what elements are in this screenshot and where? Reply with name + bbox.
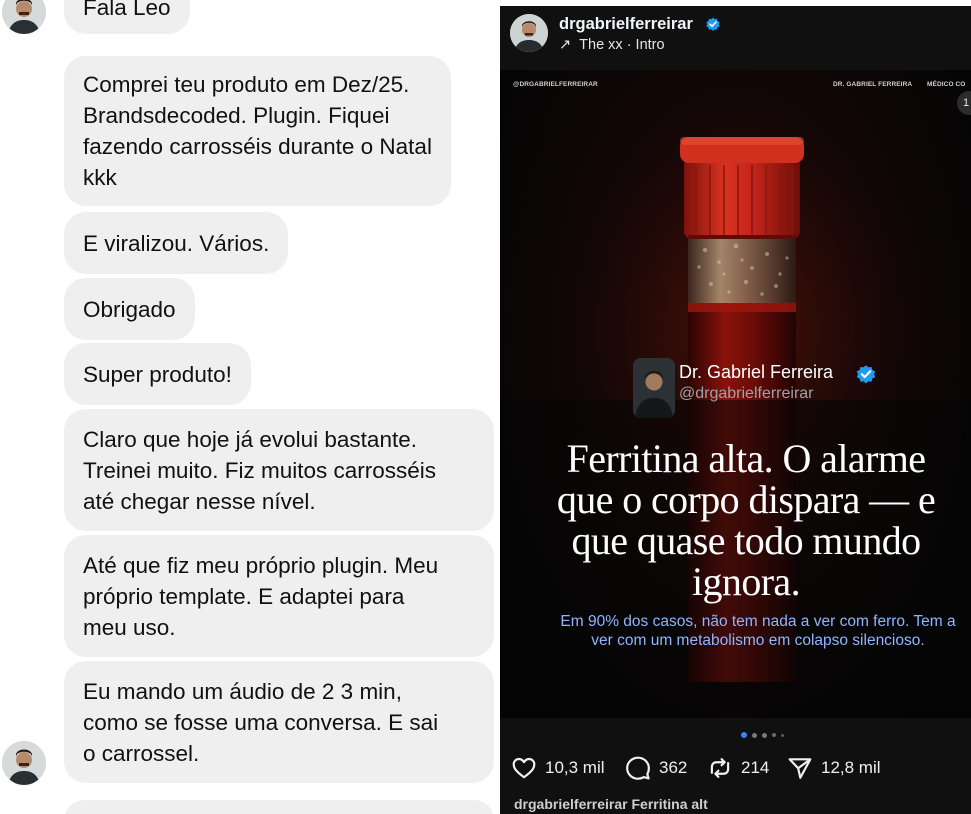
message-line: E viralizou. Vários. — [83, 230, 270, 256]
message-line: Claro que hoje já evolui bastante. — [83, 426, 417, 452]
message-line: kkk — [83, 165, 117, 190]
slide-author-handle: @drgabrielferreirar — [679, 385, 814, 402]
author-avatar-image — [510, 14, 548, 52]
headline-line: ignora. — [692, 559, 801, 604]
post-caption[interactable]: drgabrielferreirar Ferritina alt — [514, 796, 814, 814]
post-actions: 10,3 mil 362 214 12,8 mil — [500, 751, 971, 785]
message-line: Fala Leo — [83, 0, 171, 20]
message-line: Treinei muito. Fiz muitos carrosséis — [83, 457, 437, 483]
message-bubble[interactable] — [64, 800, 494, 814]
threads-post: drgabrielferreirar ↗ The xx · Intro @DRG… — [500, 6, 971, 814]
like-button[interactable]: 10,3 mil — [511, 751, 605, 785]
music-attribution[interactable]: ↗ The xx · Intro — [559, 37, 665, 53]
message-line: o carrossel. — [83, 740, 200, 766]
like-count: 10,3 mil — [545, 758, 605, 777]
message-bubble[interactable]: Fala Leo — [64, 0, 190, 34]
message-line: Eu mando um áudio de 2 3 min, — [83, 678, 402, 704]
pagination-dot-active[interactable] — [741, 732, 747, 738]
slide-author-name: Dr. Gabriel Ferreira — [679, 362, 834, 382]
pagination-dot[interactable] — [781, 733, 784, 737]
message-line: Brandsdecoded. Plugin. Fiquei — [83, 103, 390, 128]
message-line: próprio template. E adaptei para — [83, 583, 405, 609]
message-line: Comprei teu produto em Dez/25. — [83, 72, 410, 97]
subheadline-line: Em 90% dos casos, não tem nada a ver com… — [560, 613, 956, 630]
share-count: 12,8 mil — [821, 758, 881, 777]
username-link[interactable]: drgabrielferreirar — [559, 15, 693, 34]
repost-icon — [710, 758, 730, 778]
author-avatar[interactable] — [510, 14, 548, 52]
pagination-dot[interactable] — [752, 732, 757, 738]
verified-badge-icon — [856, 365, 876, 384]
headline-line: que o corpo dispara — e — [556, 477, 936, 522]
sender-avatar[interactable] — [2, 0, 46, 34]
repost-count: 214 — [741, 758, 770, 777]
slide-author-photo-image — [633, 358, 675, 418]
headline-line: que quase todo mundo — [571, 518, 921, 563]
message-bubble[interactable]: Super produto! — [64, 343, 251, 405]
message-bubble[interactable]: Eu mando um áudio de 2 3 min, como se fo… — [64, 661, 494, 783]
message-bubble[interactable]: Até que fiz meu próprio plugin. Meu próp… — [64, 535, 494, 657]
chat-panel: Fala Leo Comprei teu produto em Dez/25. … — [0, 0, 500, 814]
pagination-dot[interactable] — [762, 732, 767, 738]
comment-bubble-icon — [626, 756, 650, 780]
message-line: Até que fiz meu próprio plugin. Meu — [83, 552, 439, 578]
comment-count: 362 — [659, 758, 688, 777]
slide-header-role: MÉDICO CO — [927, 81, 966, 88]
slide-header-handle: @DRGABRIELFERREIRAR — [513, 81, 598, 88]
slide-author-photo — [633, 358, 675, 418]
subheadline-line: ver com um metabolismo em colapso silenc… — [591, 632, 925, 649]
post-header: drgabrielferreirar ↗ The xx · Intro — [500, 6, 971, 70]
message-line: Obrigado — [83, 296, 176, 322]
repost-button[interactable]: 214 — [707, 751, 769, 785]
sender-avatar[interactable] — [2, 741, 46, 785]
heart-icon — [512, 757, 536, 779]
message-line: meu uso. — [83, 614, 176, 640]
arrow-up-right-icon: ↗ — [559, 37, 572, 53]
message-line: como se fosse uma conversa. E sai — [83, 709, 439, 735]
message-bubble[interactable]: E viralizou. Vários. — [64, 212, 289, 274]
carousel-slide[interactable]: @DRGABRIELFERREIRAR DR. GABRIEL FERREIRA… — [500, 70, 971, 718]
message-bubble[interactable]: Obrigado — [64, 278, 195, 340]
comment-button[interactable]: 362 — [625, 751, 687, 785]
headline-line: Ferritina alta. O alarme — [566, 436, 926, 481]
send-icon — [788, 758, 812, 779]
message-line: Super produto! — [83, 361, 232, 387]
share-button[interactable]: 12,8 mil — [787, 751, 881, 785]
slide-subheadline: Em 90% dos casos, não tem nada a ver com… — [548, 612, 968, 650]
sender-avatar-image — [2, 0, 46, 34]
message-line: até chegar nesse nível. — [83, 488, 316, 514]
message-line: fazendo carrosséis durante o Natal — [83, 134, 432, 159]
pagination-dot[interactable] — [772, 733, 776, 737]
message-bubble[interactable]: Claro que hoje já evolui bastante. Trein… — [64, 409, 494, 531]
slide-headline: Ferritina alta. O alarme que o corpo dis… — [546, 438, 946, 602]
music-label: The xx · Intro — [579, 37, 665, 53]
verified-badge-icon — [706, 17, 720, 31]
sender-avatar-image — [2, 741, 46, 785]
message-bubble[interactable]: Comprei teu produto em Dez/25. Brandsdec… — [64, 56, 451, 206]
slide-header-name: DR. GABRIEL FERREIRA — [833, 81, 913, 88]
carousel-pagination[interactable] — [500, 730, 971, 740]
